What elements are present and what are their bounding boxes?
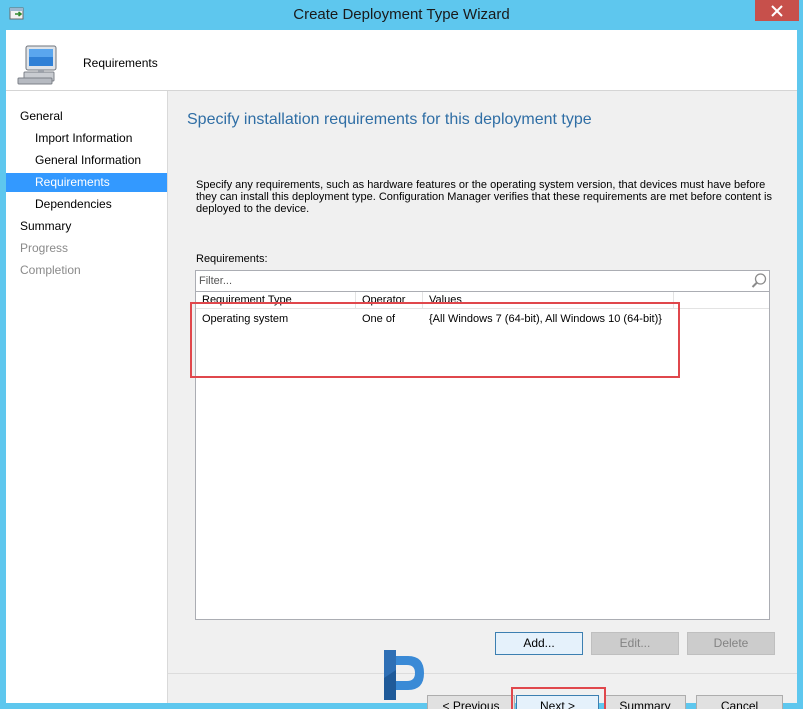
nav-item-requirements[interactable]: Requirements: [6, 173, 167, 192]
search-icon[interactable]: [750, 272, 768, 290]
nav-item-summary[interactable]: Summary: [6, 217, 167, 236]
computer-icon: [17, 45, 57, 85]
title-bar[interactable]: Create Deployment Type Wizard: [0, 0, 803, 30]
requirements-list[interactable]: Requirement Type Operator Values Operati…: [195, 292, 770, 620]
wizard-nav-pane: General Import Information General Infor…: [6, 91, 168, 703]
watermark-logo-icon: [384, 650, 424, 700]
page-heading: Specify installation requirements for th…: [187, 111, 592, 128]
close-icon: [771, 4, 783, 17]
cell-requirement-type: Operating system: [202, 313, 289, 325]
window-title: Create Deployment Type Wizard: [293, 6, 510, 23]
requirements-list-header: Requirement Type Operator Values: [196, 292, 769, 309]
add-requirement-button[interactable]: Add...: [495, 632, 583, 655]
filter-input[interactable]: [196, 271, 746, 291]
delete-requirement-button: Delete: [687, 632, 775, 655]
wizard-client-area: Requirements General Import Information …: [6, 30, 797, 709]
table-row[interactable]: Operating system One of {All Windows 7 (…: [196, 311, 769, 328]
nav-item-general-information[interactable]: General Information: [6, 151, 167, 170]
header-title: Requirements: [83, 56, 158, 70]
requirements-label: Requirements:: [196, 253, 268, 265]
nav-item-general[interactable]: General: [6, 107, 167, 126]
column-header-values[interactable]: Values: [423, 292, 674, 309]
footer-divider: [168, 673, 797, 674]
nav-item-dependencies[interactable]: Dependencies: [6, 195, 167, 214]
nav-item-progress: Progress: [20, 241, 69, 255]
column-header-requirement-type[interactable]: Requirement Type: [196, 292, 356, 309]
close-button[interactable]: [755, 0, 799, 21]
wizard-window: Create Deployment Type Wizard Requiremen…: [0, 0, 803, 709]
previous-button[interactable]: < Previous: [427, 695, 515, 709]
next-button[interactable]: Next >: [516, 695, 599, 709]
filter-box: [195, 270, 770, 292]
nav-item-completion: Completion: [20, 263, 81, 277]
column-header-operator[interactable]: Operator: [356, 292, 423, 309]
cell-values: {All Windows 7 (64-bit), All Windows 10 …: [429, 313, 662, 325]
cancel-button[interactable]: Cancel: [696, 695, 783, 709]
summary-button[interactable]: Summary: [604, 695, 686, 709]
wizard-header: Requirements: [6, 30, 797, 90]
nav-item-import-information[interactable]: Import Information: [6, 129, 167, 148]
edit-requirement-button: Edit...: [591, 632, 679, 655]
cell-operator: One of: [362, 313, 396, 325]
page-description: Specify any requirements, such as hardwa…: [196, 179, 772, 215]
wizard-content-pane: Specify installation requirements for th…: [168, 91, 797, 709]
